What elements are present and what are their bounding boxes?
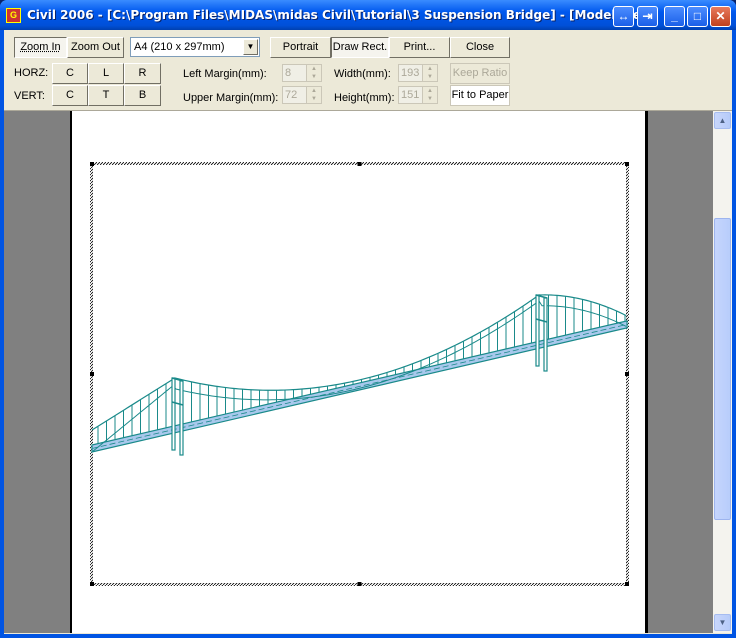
- left-margin-value: 8: [285, 67, 292, 79]
- resize-handle: [625, 582, 629, 586]
- portrait-button[interactable]: Portrait: [270, 37, 331, 58]
- suspension-bridge-model: [91, 294, 628, 456]
- resize-handle: [625, 372, 629, 376]
- close-window-button[interactable]: ✕: [710, 6, 731, 27]
- scroll-down-icon[interactable]: ▼: [714, 614, 731, 631]
- vert-center-button[interactable]: C: [52, 85, 88, 106]
- resize-handle: [625, 162, 629, 166]
- resize-handle: [90, 372, 94, 376]
- chevron-down-icon[interactable]: ▼: [243, 39, 258, 55]
- vertical-scrollbar[interactable]: ▲ ▼: [713, 111, 732, 633]
- horz-left-button[interactable]: L: [88, 63, 124, 84]
- print-preview-client: Zoom In Zoom Out A4 (210 x 297mm) ▼ Portr…: [4, 30, 732, 634]
- height-input[interactable]: 151 ▲ ▼: [398, 86, 438, 104]
- title-bar[interactable]: G Civil 2006 - [C:\Program Files\MIDAS\m…: [0, 0, 736, 30]
- resize-handle: [90, 162, 94, 166]
- minimize-button[interactable]: _: [664, 6, 685, 27]
- fit-to-paper-button[interactable]: Fit to Paper: [450, 85, 510, 106]
- resize-handle: [357, 582, 362, 586]
- horz-center-button[interactable]: C: [52, 63, 88, 84]
- spin-arrows-icon[interactable]: ▲ ▼: [422, 65, 437, 81]
- tower-leg: [543, 297, 548, 372]
- paper-size-select[interactable]: A4 (210 x 297mm) ▼: [130, 37, 260, 57]
- upper-margin-value: 72: [285, 89, 298, 101]
- midas-civil-icon[interactable]: G: [6, 8, 21, 23]
- horz-label: HORZ:: [14, 67, 49, 79]
- horz-right-button[interactable]: R: [124, 63, 161, 84]
- vert-bottom-button[interactable]: B: [124, 85, 161, 106]
- zoom-in-button[interactable]: Zoom In: [14, 37, 67, 58]
- app-window: G Civil 2006 - [C:\Program Files\MIDAS\m…: [0, 0, 736, 638]
- width-label: Width(mm):: [334, 68, 391, 80]
- bridge-drawing: [90, 162, 629, 586]
- spin-arrows-icon[interactable]: ▲ ▼: [306, 87, 321, 103]
- tower-leg: [535, 294, 540, 367]
- print-button[interactable]: Print...: [389, 37, 450, 58]
- window-title: Civil 2006 - [C:\Program Files\MIDAS\mid…: [27, 8, 658, 22]
- tower-leg: [179, 380, 184, 456]
- paper-size-value: A4 (210 x 297mm): [134, 41, 225, 53]
- preview-area[interactable]: [4, 111, 713, 633]
- scroll-up-icon[interactable]: ▲: [714, 112, 731, 129]
- upper-margin-input[interactable]: 72 ▲ ▼: [282, 86, 322, 104]
- resize-handle: [357, 162, 362, 166]
- width-input[interactable]: 193 ▲ ▼: [398, 64, 438, 82]
- preview-toolbar: Zoom In Zoom Out A4 (210 x 297mm) ▼ Portr…: [4, 30, 732, 111]
- height-label: Height(mm):: [334, 92, 395, 104]
- vert-top-button[interactable]: T: [88, 85, 124, 106]
- left-margin-label: Left Margin(mm):: [183, 68, 267, 80]
- upper-margin-label: Upper Margin(mm):: [183, 92, 279, 104]
- spin-arrows-icon[interactable]: ▲ ▼: [422, 87, 437, 103]
- left-margin-input[interactable]: 8 ▲ ▼: [282, 64, 322, 82]
- zoom-out-button[interactable]: Zoom Out: [67, 37, 124, 58]
- next-window-button[interactable]: ⇥: [637, 6, 658, 27]
- tower-leg: [171, 377, 176, 451]
- width-value: 193: [401, 67, 420, 79]
- close-button[interactable]: Close: [450, 37, 510, 58]
- keep-ratio-button[interactable]: Keep Ratio: [450, 63, 510, 84]
- spin-arrows-icon[interactable]: ▲ ▼: [306, 65, 321, 81]
- height-value: 151: [401, 89, 420, 101]
- draw-rect-button[interactable]: Draw Rect.: [331, 37, 389, 58]
- scroll-thumb[interactable]: [714, 218, 731, 520]
- maximize-button[interactable]: □: [687, 6, 708, 27]
- vert-label: VERT:: [14, 90, 45, 102]
- print-area-rectangle[interactable]: [90, 162, 629, 586]
- restore-child-button[interactable]: ↔: [613, 6, 634, 27]
- resize-handle: [90, 582, 94, 586]
